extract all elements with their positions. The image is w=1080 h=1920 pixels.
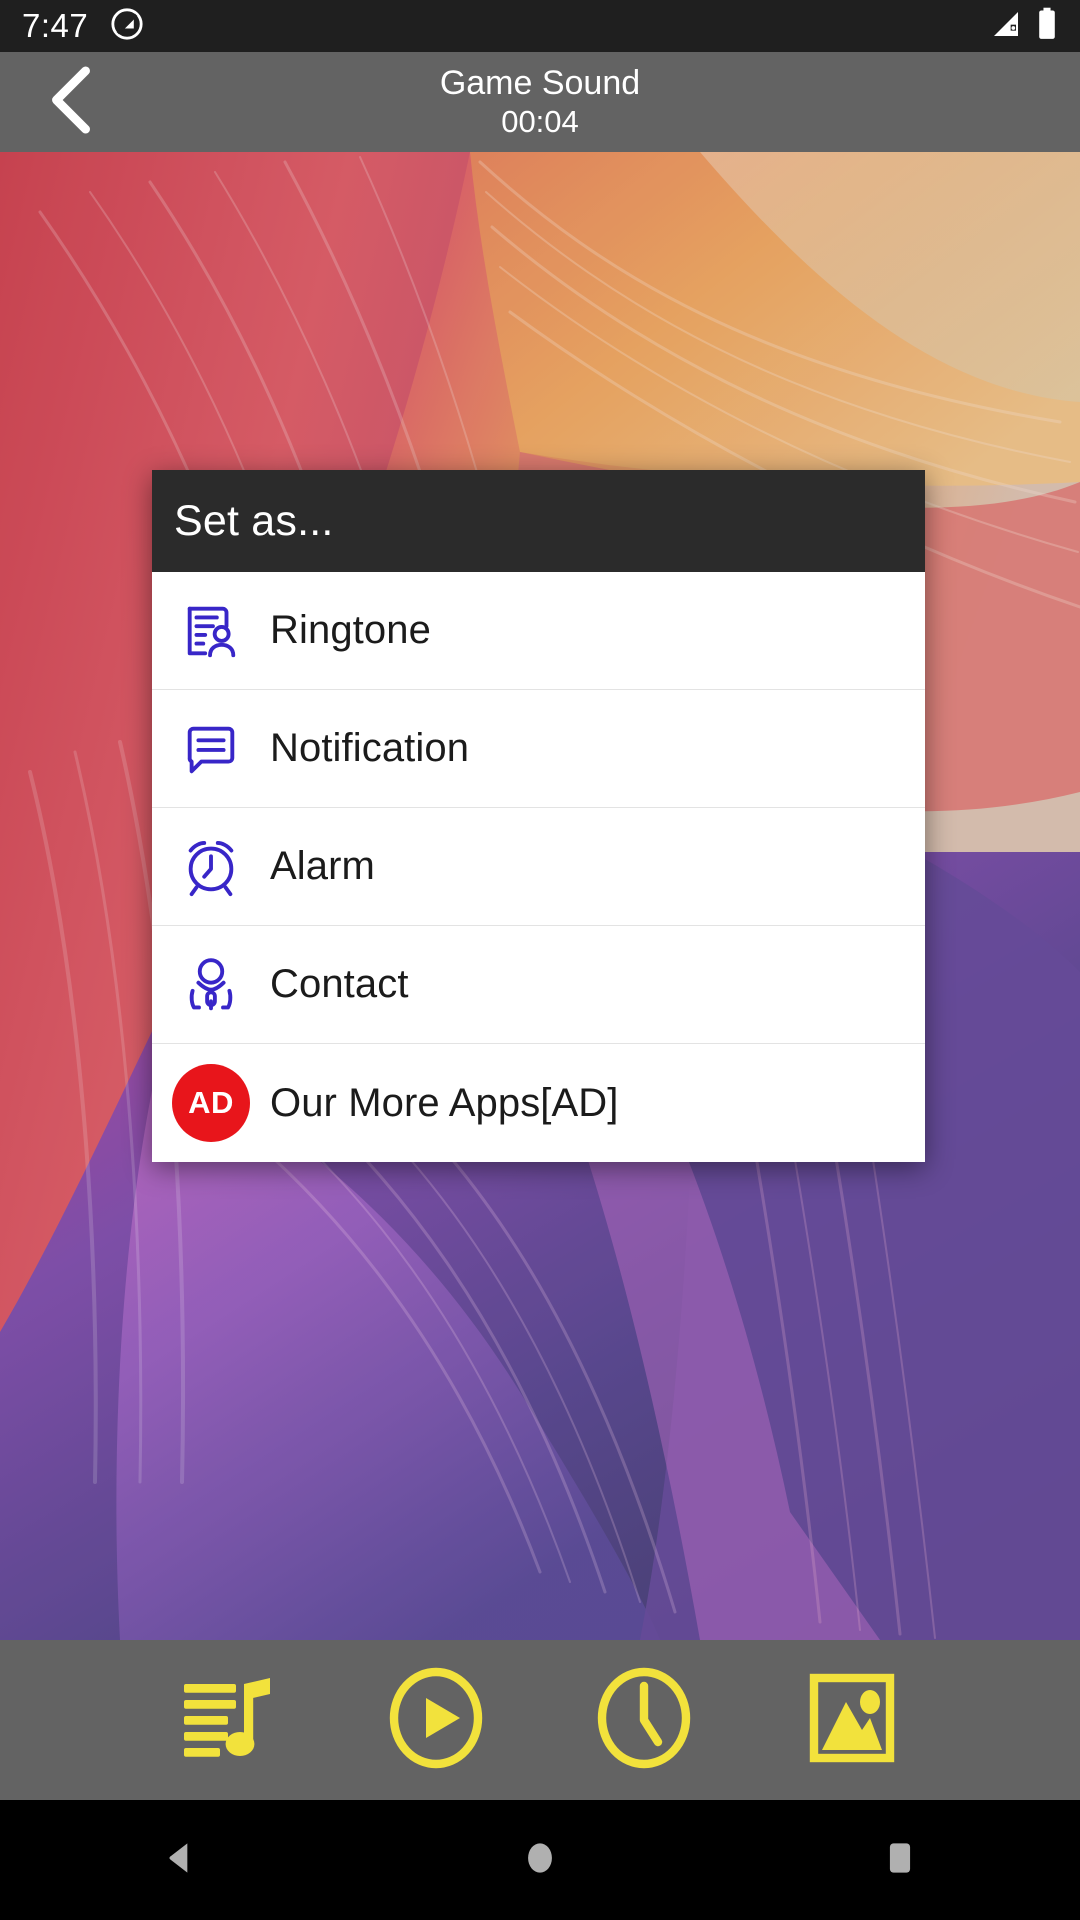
- toolbar-clock-button[interactable]: [579, 1655, 709, 1785]
- dialog-option-contact[interactable]: Contact: [152, 926, 925, 1044]
- dialog-option-label: Alarm: [270, 844, 375, 888]
- page-title: Game Sound: [439, 64, 641, 102]
- do-not-disturb-icon: [110, 7, 144, 46]
- android-navigation-bar: [0, 1800, 1080, 1920]
- dialog-title: Set as...: [174, 496, 334, 545]
- status-bar-left-icons: [110, 7, 144, 46]
- clock-icon: [592, 1666, 696, 1775]
- android-home-button[interactable]: [360, 1800, 720, 1920]
- contact-person-icon: [152, 954, 270, 1016]
- dialog-option-ringtone[interactable]: Ringtone: [152, 572, 925, 690]
- alarm-clock-icon: [152, 836, 270, 898]
- dialog-option-notification[interactable]: Notification: [152, 690, 925, 808]
- battery-icon: [1036, 7, 1058, 46]
- dialog-option-list: Ringtone Notification Alarm Contact AD O…: [152, 572, 925, 1162]
- status-bar-clock: 7:47: [22, 7, 89, 44]
- playback-duration: 00:04: [501, 104, 579, 139]
- app-bar: Game Sound 00:04: [0, 52, 1080, 152]
- ad-badge-label: AD: [172, 1064, 250, 1142]
- status-bar-right-icons: [990, 7, 1058, 46]
- toolbar-gallery-button[interactable]: [787, 1655, 917, 1785]
- dialog-header: Set as...: [152, 470, 925, 572]
- app-bar-titles: Game Sound 00:04: [0, 52, 1080, 152]
- android-back-icon: [158, 1836, 202, 1885]
- gallery-image-icon: [800, 1666, 904, 1775]
- dialog-option-more-apps-ad[interactable]: AD Our More Apps[AD]: [152, 1044, 925, 1162]
- dialog-option-label: Our More Apps[AD]: [270, 1080, 619, 1125]
- android-back-button[interactable]: [0, 1800, 360, 1920]
- dialog-option-alarm[interactable]: Alarm: [152, 808, 925, 926]
- signal-icon: [990, 8, 1022, 45]
- playlist-music-icon: [176, 1666, 280, 1775]
- bottom-toolbar: [0, 1640, 1080, 1800]
- android-home-icon: [518, 1836, 562, 1885]
- android-recents-icon: [878, 1836, 922, 1885]
- set-as-dialog: Set as... Ringtone Notification Alarm Co…: [152, 470, 925, 1162]
- notification-chat-bubble-icon: [152, 718, 270, 780]
- back-chevron-icon: [44, 65, 100, 140]
- ad-badge-icon: AD: [152, 1064, 270, 1142]
- ringtone-contact-card-icon: [152, 600, 270, 662]
- dialog-option-label: Ringtone: [270, 608, 431, 652]
- dialog-option-label: Contact: [270, 962, 409, 1006]
- back-button[interactable]: [22, 52, 122, 152]
- play-circle-icon: [384, 1666, 488, 1775]
- dialog-option-label: Notification: [270, 726, 470, 770]
- phone-screen: 7:47 Game Sound 00:04 Set as... Ringtone…: [0, 0, 1080, 1920]
- android-recents-button[interactable]: [720, 1800, 1080, 1920]
- status-bar: 7:47: [0, 0, 1080, 52]
- toolbar-play-button[interactable]: [371, 1655, 501, 1785]
- toolbar-playlist-button[interactable]: [163, 1655, 293, 1785]
